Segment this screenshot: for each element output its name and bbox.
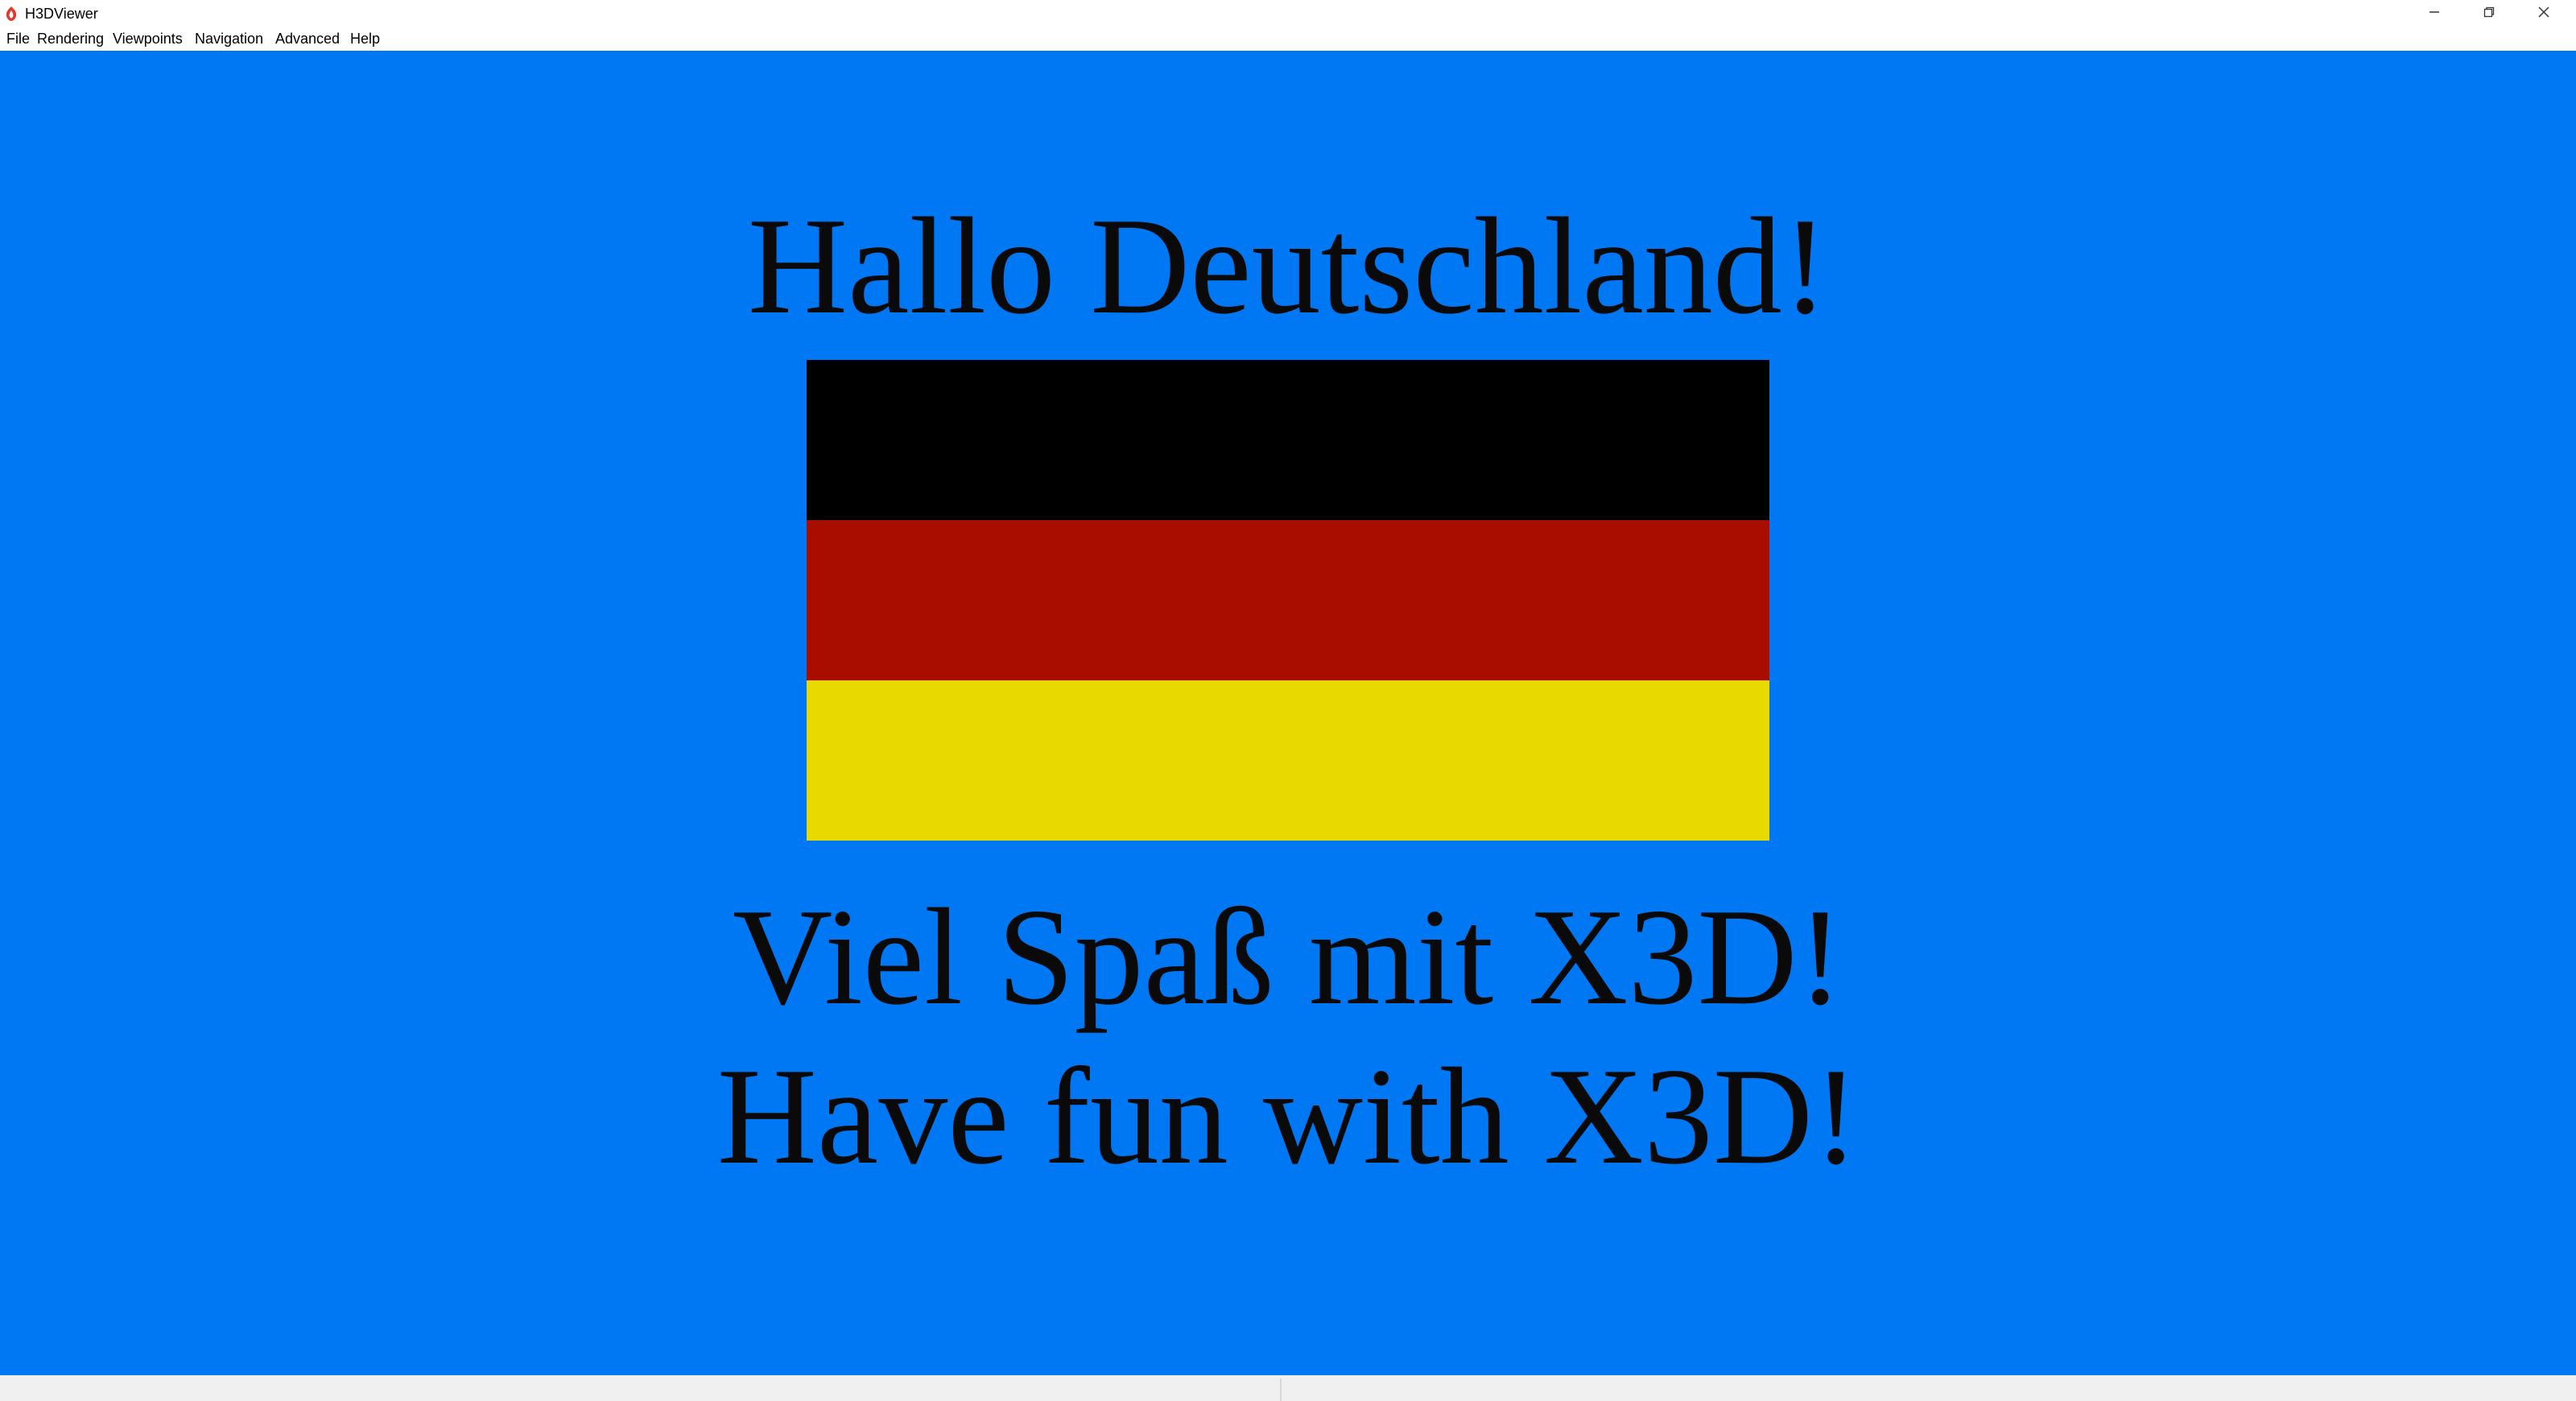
- flag-stripe-red: [807, 520, 1769, 680]
- restore-button[interactable]: [2462, 0, 2516, 27]
- close-icon: [2537, 6, 2550, 23]
- menu-bar: File Rendering Viewpoints Navigation Adv…: [0, 27, 2576, 51]
- menu-viewpoints[interactable]: Viewpoints: [113, 30, 183, 48]
- flag-stripe-gold: [807, 680, 1769, 841]
- minimize-button[interactable]: [2407, 0, 2462, 27]
- restore-icon: [2483, 6, 2496, 23]
- menu-advanced[interactable]: Advanced: [275, 30, 340, 48]
- h3dviewer-window: H3DViewer File Rendering Viewpoints Navi…: [0, 0, 2576, 1401]
- close-button[interactable]: [2516, 0, 2571, 27]
- menu-file[interactable]: File: [6, 30, 30, 48]
- title-bar[interactable]: H3DViewer: [0, 0, 2576, 27]
- german-flag: [807, 360, 1769, 841]
- scene-english-text: Have fun with X3D!: [716, 1040, 1860, 1193]
- h3d-app-icon: [3, 5, 19, 23]
- menu-navigation[interactable]: Navigation: [195, 30, 263, 48]
- window-title: H3DViewer: [25, 6, 98, 22]
- menu-help[interactable]: Help: [350, 30, 380, 48]
- menu-rendering[interactable]: Rendering: [37, 30, 104, 48]
- status-pane-right: [1282, 1375, 2576, 1401]
- 3d-viewport[interactable]: Hallo Deutschland! Viel Spaß mit X3D! Ha…: [0, 51, 2576, 1375]
- status-pane-left: [0, 1375, 1280, 1401]
- scene-german-text: Viel Spaß mit X3D!: [733, 881, 1843, 1034]
- status-bar: [0, 1375, 2576, 1401]
- flag-stripe-black: [807, 360, 1769, 520]
- minimize-icon: [2428, 6, 2441, 23]
- scene-heading-text: Hallo Deutschland!: [747, 190, 1829, 343]
